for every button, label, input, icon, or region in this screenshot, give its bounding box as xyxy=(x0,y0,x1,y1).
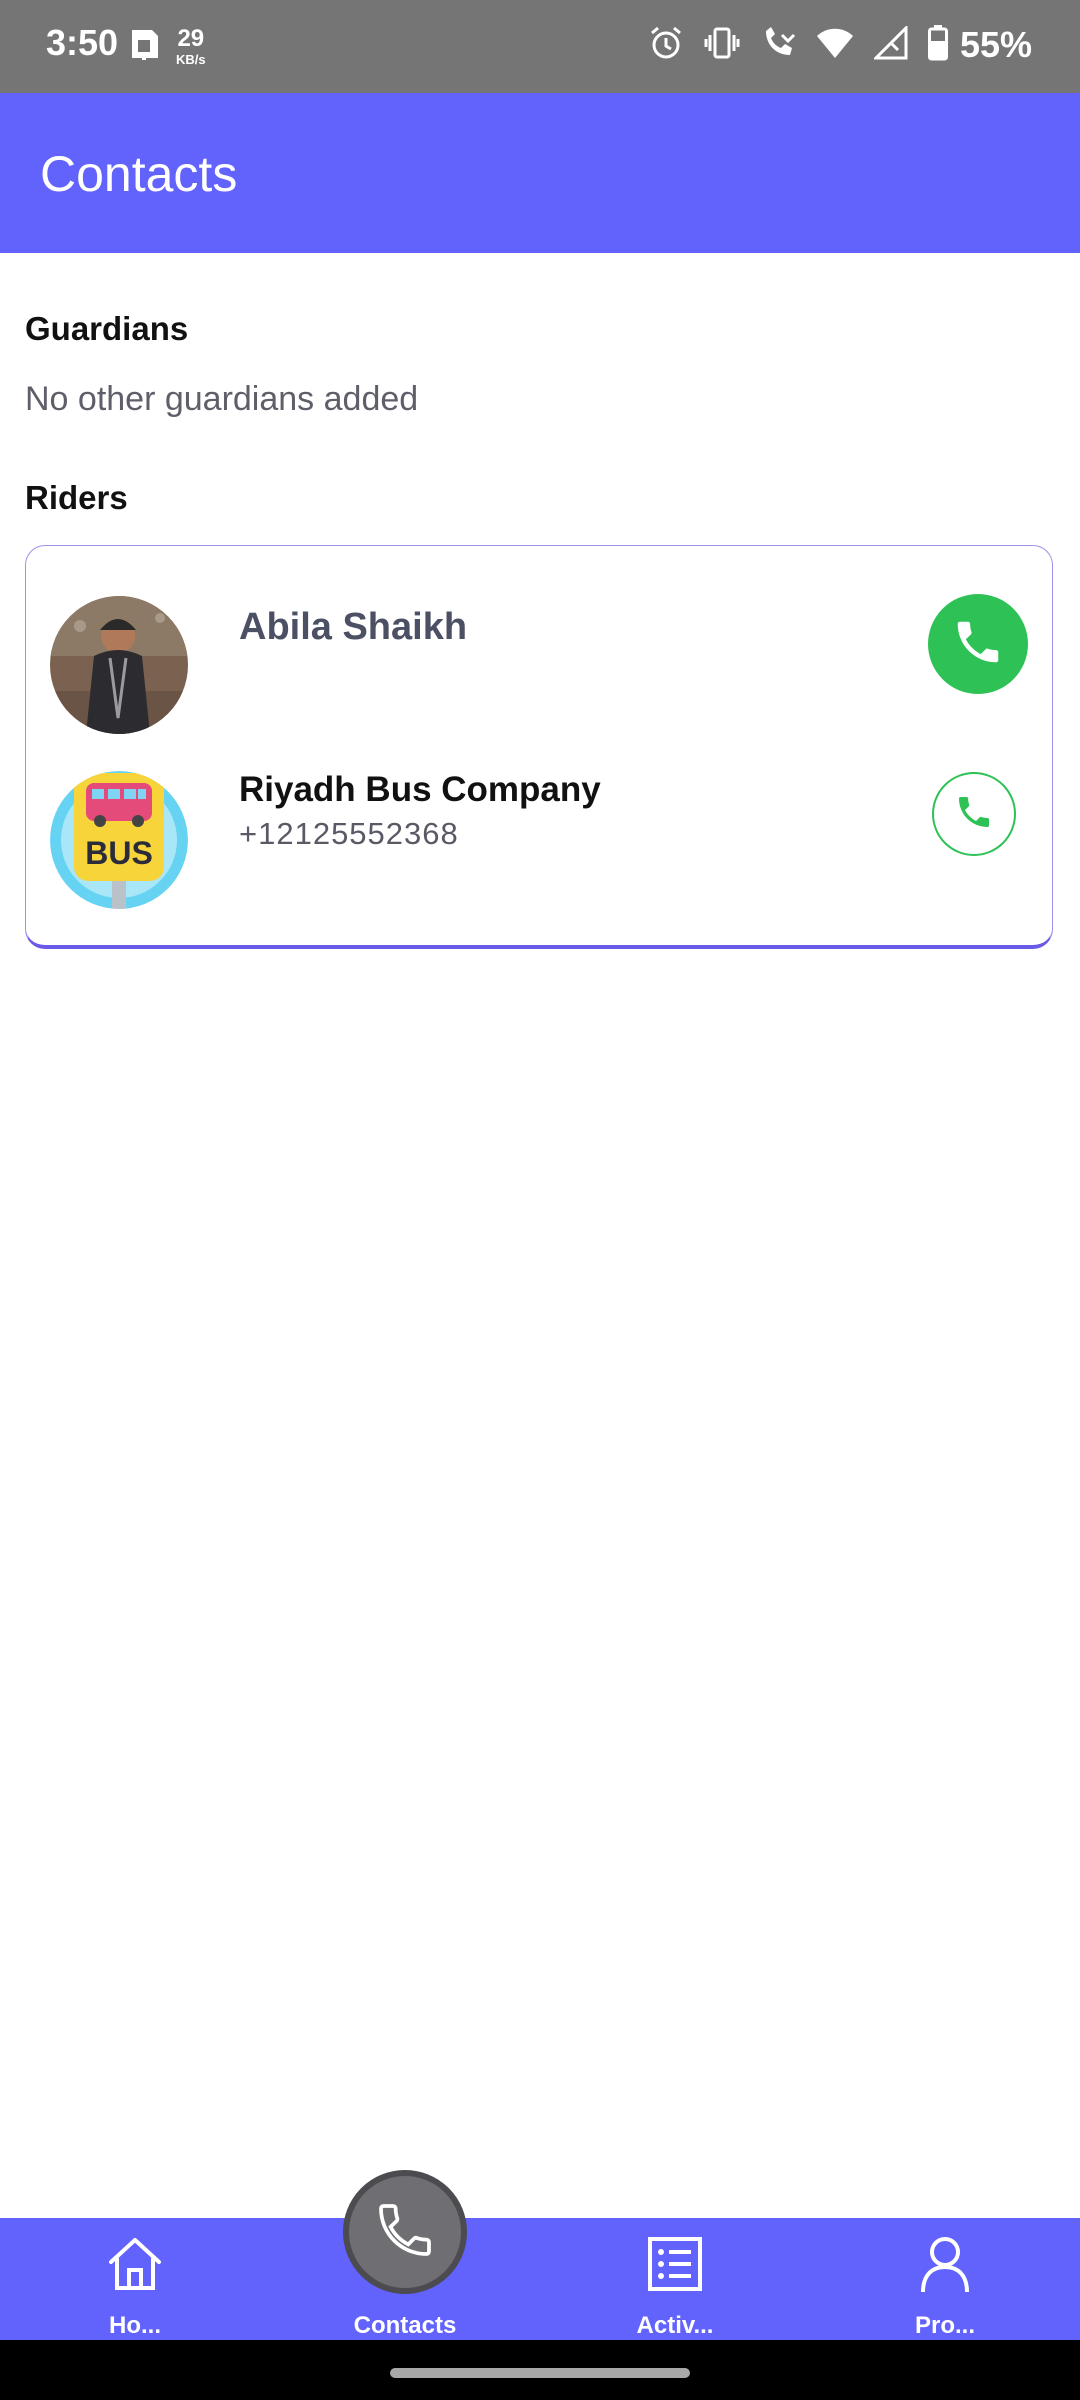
contact-row[interactable]: BUS Riyadh Bus Company +12125552368 xyxy=(26,746,1052,946)
guardians-heading: Guardians xyxy=(25,310,189,347)
system-nav-bar xyxy=(0,2340,1080,2400)
phone-icon xyxy=(373,2198,437,2267)
contacts-fab[interactable] xyxy=(343,2170,467,2294)
status-left-icons: 29 KB/s xyxy=(128,24,206,69)
home-gesture-handle[interactable] xyxy=(390,2368,690,2378)
call-button[interactable] xyxy=(928,594,1028,694)
net-speed-unit: KB/s xyxy=(176,52,206,67)
nav-label: Pro... xyxy=(914,2312,975,2339)
nav-item-profile[interactable]: Pro... xyxy=(845,2218,1045,2340)
list-icon xyxy=(643,2232,707,2296)
riders-heading: Riders xyxy=(25,479,128,516)
status-bar: 3:50 29 KB/s 55% xyxy=(0,0,1080,93)
app-bar: Contacts xyxy=(0,93,1080,253)
svg-text:BUS: BUS xyxy=(85,835,153,871)
battery-icon xyxy=(927,24,948,66)
phone-icon xyxy=(951,615,1005,674)
wifi-calling-icon xyxy=(760,25,796,66)
contact-name: Riyadh Bus Company xyxy=(239,770,601,809)
contact-name: Abila Shaikh xyxy=(239,606,468,648)
call-button[interactable] xyxy=(932,772,1016,856)
nav-label: Contacts xyxy=(353,2312,457,2339)
wifi-icon xyxy=(816,26,854,65)
vibrate-icon xyxy=(704,25,740,66)
contact-avatar-photo xyxy=(50,596,188,734)
phone-icon xyxy=(954,792,994,837)
guardians-empty-text: No other guardians added xyxy=(25,380,419,418)
nav-label: Ho... xyxy=(109,2312,161,2339)
bus-stop-icon: BUS xyxy=(50,771,188,909)
home-icon xyxy=(103,2232,167,2296)
network-speed: 29 KB/s xyxy=(176,25,206,67)
signal-icon xyxy=(872,23,908,65)
contact-phone: +12125552368 xyxy=(239,816,459,851)
net-speed-value: 29 xyxy=(177,25,205,52)
profile-icon xyxy=(913,2232,977,2296)
riders-card: Abila Shaikh BUS Riyadh Bus Company +121… xyxy=(25,545,1053,949)
contact-row[interactable]: Abila Shaikh xyxy=(26,546,1052,746)
nav-label: Activ... xyxy=(636,2312,714,2339)
nav-item-activity[interactable]: Activ... xyxy=(575,2218,775,2340)
bottom-nav: Ho... Contacts Activ... Pro... xyxy=(0,2218,1080,2340)
status-right-icons: 55% xyxy=(648,23,1032,66)
battery-level: 55% xyxy=(959,24,1032,65)
alarm-icon xyxy=(648,25,684,66)
sim-card-icon xyxy=(128,24,162,69)
nav-item-home[interactable]: Ho... xyxy=(35,2218,235,2340)
page-title: Contacts xyxy=(40,146,238,202)
status-time: 3:50 xyxy=(46,22,119,63)
